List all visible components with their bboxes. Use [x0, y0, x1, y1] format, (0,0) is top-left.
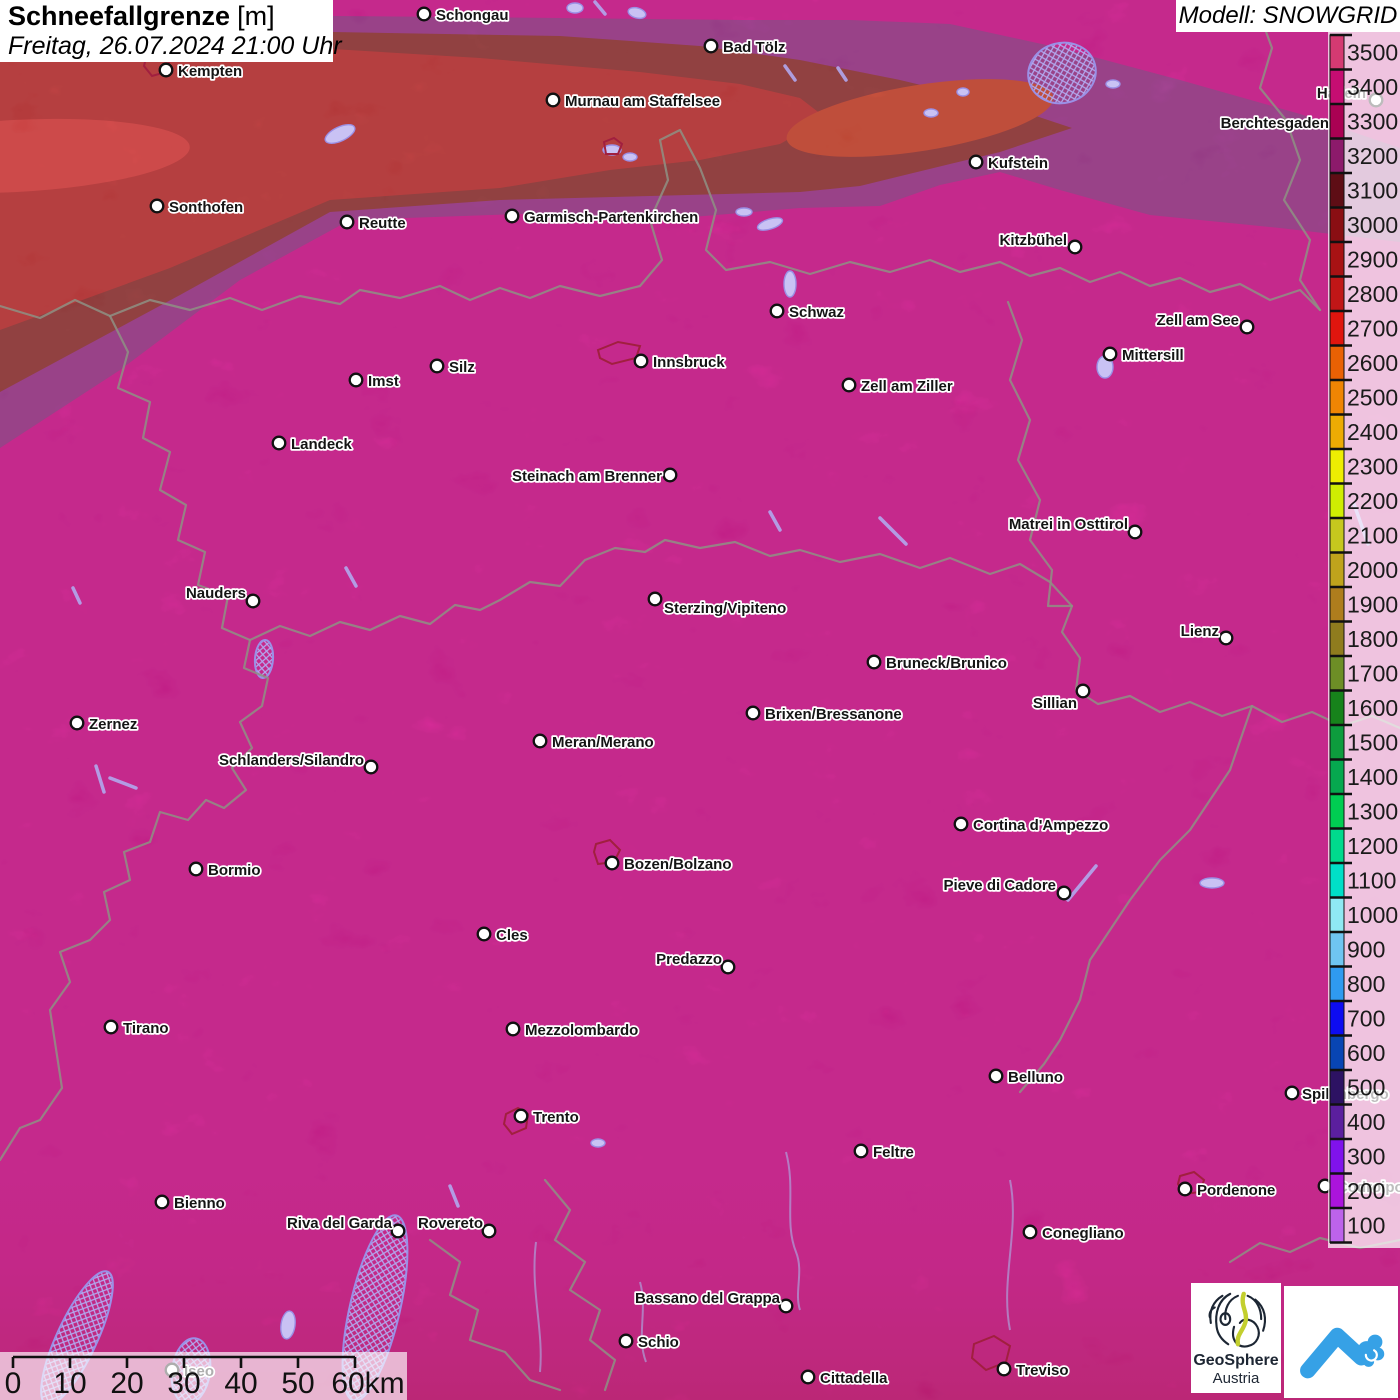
legend-value-label: 2100: [1347, 522, 1398, 548]
legend-color-segment: [1330, 553, 1344, 588]
model-box: Modell: SNOWGRID: [1176, 0, 1400, 32]
legend-value-label: 3500: [1347, 39, 1398, 65]
legend-color-segment: [1330, 1208, 1344, 1243]
legend-color-segment: [1330, 587, 1344, 622]
legend-value-label: 2400: [1347, 419, 1398, 445]
map-overlays: 3500340033003200310030002900280027002600…: [0, 0, 1400, 1400]
legend-color-segment: [1330, 622, 1344, 657]
map-title-box: Schneefallgrenze[m] Freitag, 26.07.2024 …: [0, 0, 333, 62]
geosphere-logo-box: GeoSphere Austria: [1191, 1283, 1281, 1393]
map-title: Schneefallgrenze[m]: [8, 1, 325, 32]
legend-value-label: 200: [1347, 1178, 1385, 1204]
geosphere-name: GeoSphere: [1193, 1352, 1278, 1370]
legend-color-segment: [1330, 760, 1344, 795]
legend-value-label: 900: [1347, 936, 1385, 962]
legend-color-segment: [1330, 139, 1344, 174]
legend-value-label: 700: [1347, 1005, 1385, 1031]
geosphere-contours-icon: [1201, 1290, 1271, 1352]
legend-color-segment: [1330, 898, 1344, 933]
legend-value-label: 2200: [1347, 488, 1398, 514]
map-title-text: Schneefallgrenze: [8, 1, 230, 31]
legend-value-label: 2500: [1347, 384, 1398, 410]
legend-value-label: 1300: [1347, 798, 1398, 824]
legend-color-segment: [1330, 311, 1344, 346]
legend-color-segment: [1330, 829, 1344, 864]
map-title-unit: [m]: [237, 1, 275, 31]
legend-value-label: 100: [1347, 1212, 1385, 1238]
legend-value-label: 2800: [1347, 281, 1398, 307]
legend-value-label: 2900: [1347, 246, 1398, 272]
model-label: Modell: SNOWGRID: [1179, 2, 1398, 30]
legend-color-segment: [1330, 1001, 1344, 1036]
legend-value-label: 1900: [1347, 591, 1398, 617]
legend-value-label: 600: [1347, 1040, 1385, 1066]
map-datetime: Freitag, 26.07.2024 21:00 Uhr: [8, 32, 325, 60]
legend-color-segment: [1330, 691, 1344, 726]
legend-color-segment: [1330, 1105, 1344, 1140]
legend-color-segment: [1330, 932, 1344, 967]
scalebar-label: 50: [281, 1367, 314, 1400]
legend-value-label: 1800: [1347, 626, 1398, 652]
legend-color-segment: [1330, 70, 1344, 105]
legend-value-label: 500: [1347, 1074, 1385, 1100]
legend-color-segment: [1330, 415, 1344, 450]
legend-color-segment: [1330, 173, 1344, 208]
legend-color-segment: [1330, 1174, 1344, 1209]
legend-value-label: 3100: [1347, 177, 1398, 203]
scalebar-label: 10: [53, 1367, 86, 1400]
scalebar-label: 0: [5, 1367, 22, 1400]
scalebar-label: 20: [110, 1367, 143, 1400]
legend-color-segment: [1330, 35, 1344, 70]
legend-value-label: 3400: [1347, 74, 1398, 100]
tirol-logo-box: [1284, 1286, 1398, 1398]
legend-color-segment: [1330, 656, 1344, 691]
legend-value-label: 3200: [1347, 143, 1398, 169]
legend-color-segment: [1330, 104, 1344, 139]
legend-color-segment: [1330, 1070, 1344, 1105]
legend-color-segment: [1330, 208, 1344, 243]
legend-color-segment: [1330, 1139, 1344, 1174]
legend-color-segment: [1330, 277, 1344, 312]
legend-value-label: 1000: [1347, 902, 1398, 928]
legend-value-label: 1400: [1347, 764, 1398, 790]
legend-value-label: 800: [1347, 971, 1385, 997]
scalebar-label: 60km: [331, 1367, 404, 1400]
legend-value-label: 1100: [1347, 867, 1396, 893]
legend-color-segment: [1330, 1036, 1344, 1071]
scalebar-label: 30: [167, 1367, 200, 1400]
legend-color-segment: [1330, 484, 1344, 519]
legend-value-label: 2700: [1347, 315, 1398, 341]
legend-value-label: 1200: [1347, 833, 1398, 859]
legend-color-segment: [1330, 967, 1344, 1002]
scalebar-label: 40: [224, 1367, 257, 1400]
legend-color-segment: [1330, 863, 1344, 898]
legend-color-segment: [1330, 794, 1344, 829]
legend-value-label: 3000: [1347, 212, 1398, 238]
legend-color-segment: [1330, 725, 1344, 760]
legend-color-segment: [1330, 380, 1344, 415]
legend-value-label: 2300: [1347, 453, 1398, 479]
legend-color-segment: [1330, 449, 1344, 484]
snowline-weather-map: SchongauBad TölzKemptenMurnau am Staffel…: [0, 0, 1400, 1400]
legend-value-label: 400: [1347, 1109, 1385, 1135]
legend-value-label: 1500: [1347, 729, 1398, 755]
tirol-mountain-icon: [1295, 1300, 1387, 1384]
legend-color-segment: [1330, 518, 1344, 553]
legend-value-label: 2600: [1347, 350, 1398, 376]
legend-color-segment: [1330, 242, 1344, 277]
geosphere-country: Austria: [1213, 1370, 1260, 1387]
legend-value-label: 1600: [1347, 695, 1398, 721]
legend-value-label: 3300: [1347, 108, 1398, 134]
legend-value-label: 2000: [1347, 557, 1398, 583]
legend-color-segment: [1330, 346, 1344, 381]
legend-value-label: 300: [1347, 1143, 1385, 1169]
legend-value-label: 1700: [1347, 660, 1398, 686]
